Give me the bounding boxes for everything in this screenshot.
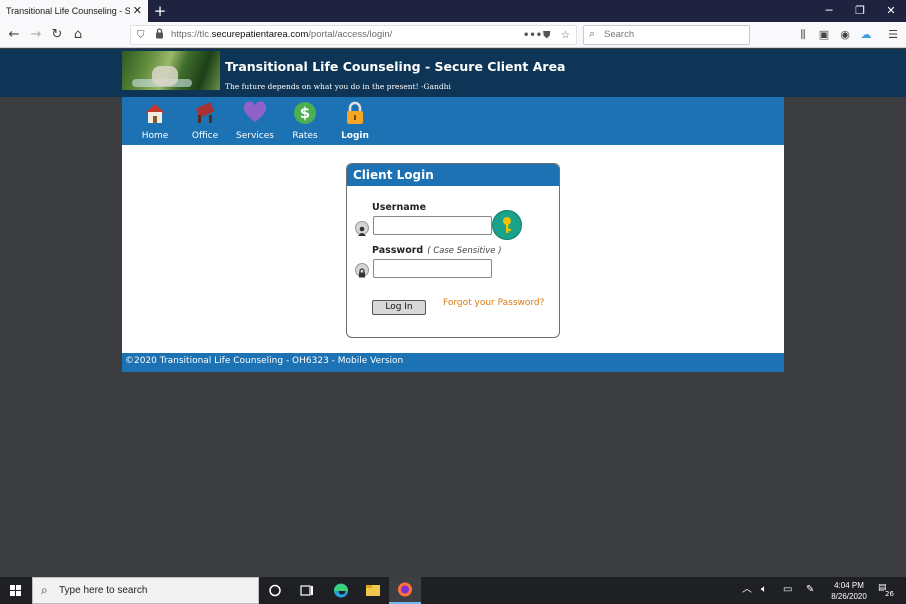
header-banner-image — [122, 51, 220, 90]
user-icon — [355, 221, 369, 236]
close-window-icon[interactable]: ✕ — [881, 3, 901, 19]
taskbar-search-placeholder: Type here to search — [59, 585, 148, 596]
forward-icon[interactable]: → — [27, 26, 45, 44]
taskbar: ⌕ Type here to search ︿ 🔈︎ ▭ ✎ 4:04 PM 8… — [0, 577, 906, 604]
task-view-icon[interactable] — [291, 577, 323, 604]
menu-label-rates: Rates — [292, 131, 318, 141]
windows-start-icon[interactable] — [0, 577, 32, 604]
menu-label-home: Home — [141, 131, 169, 141]
password-lock-icon — [355, 263, 369, 278]
library-icon[interactable]: ⫼ — [795, 27, 811, 43]
browser-tab[interactable]: Transitional Life Counseling - Secur ✕ — [0, 0, 148, 22]
svg-text:$: $ — [300, 104, 310, 122]
file-explorer-icon[interactable] — [357, 577, 389, 604]
reload-icon[interactable]: ↻ — [48, 26, 66, 44]
browser-tab-bar: Transitional Life Counseling - Secur ✕ +… — [0, 0, 906, 22]
system-clock[interactable]: 4:04 PM 8/26/2020 — [826, 580, 872, 602]
padlock-icon[interactable] — [155, 28, 164, 45]
heart-icon — [243, 101, 267, 122]
firefox-icon[interactable] — [389, 577, 421, 604]
account-icon[interactable]: ◉ — [837, 27, 853, 43]
back-icon[interactable]: ← — [5, 26, 23, 44]
site-tagline: The future depends on what you do in the… — [225, 82, 451, 91]
site-title: Transitional Life Counseling - Secure Cl… — [225, 59, 566, 74]
url-domain: securepatientarea.com — [211, 29, 309, 40]
login-panel: Client Login Username Password( Case Sen… — [346, 163, 560, 338]
main-content: Client Login Username Password( Case Sen… — [122, 145, 784, 353]
address-bar[interactable]: ⛉ https://tlc.securepatientarea.com/port… — [130, 25, 577, 45]
edge-icon[interactable] — [325, 577, 357, 604]
search-bar[interactable]: ⌕ Search — [583, 25, 750, 45]
menu-item-office[interactable]: Office — [180, 97, 230, 145]
battery-icon[interactable]: ▭ — [783, 583, 792, 597]
home-icon — [145, 104, 165, 123]
password-label-text: Password — [372, 245, 424, 256]
url-prefix: https://tlc. — [171, 29, 212, 40]
sidebar-icon[interactable]: ▣ — [816, 27, 832, 43]
menu-hamburger-icon[interactable]: ☰ — [885, 27, 901, 43]
search-placeholder: Search — [604, 29, 635, 40]
new-tab-icon[interactable]: + — [151, 2, 169, 20]
lock-icon — [347, 101, 363, 124]
login-heading: Client Login — [347, 164, 559, 186]
notification-count: 26 — [884, 590, 895, 598]
url-path: /portal/access/login/ — [308, 29, 393, 40]
sync-cloud-icon[interactable]: ☁ — [858, 27, 874, 43]
menu-item-home[interactable]: Home — [130, 97, 180, 145]
key-icon — [492, 210, 522, 240]
menu-label-services: Services — [236, 131, 274, 141]
banner-rock — [152, 66, 178, 86]
tab-title: Transitional Life Counseling - Secur — [6, 6, 130, 16]
menu-item-rates[interactable]: $ Rates — [280, 97, 330, 145]
taskbar-search-icon: ⌕ — [41, 583, 48, 597]
browser-nav-bar: ← → ↻ ⌂ ⛉ https://tlc.securepatientarea.… — [0, 22, 906, 48]
password-input[interactable] — [373, 259, 492, 278]
web-page: Transitional Life Counseling - Secure Cl… — [0, 49, 906, 577]
pen-icon[interactable]: ✎ — [806, 583, 814, 597]
show-hidden-icons-icon[interactable]: ︿ — [742, 583, 752, 597]
office-icon — [196, 102, 214, 123]
menu-item-services[interactable]: Services — [230, 97, 280, 145]
close-tab-icon[interactable]: ✕ — [133, 3, 142, 19]
username-input[interactable] — [373, 216, 492, 235]
password-hint: ( Case Sensitive ) — [427, 246, 502, 256]
menu-item-login[interactable]: Login — [330, 97, 380, 145]
menu-label-office: Office — [191, 131, 219, 141]
password-label: Password( Case Sensitive ) — [372, 245, 502, 256]
taskbar-search-box[interactable]: ⌕ Type here to search — [32, 577, 259, 604]
forgot-password-link[interactable]: Forgot your Password? — [443, 298, 544, 308]
main-menu: Home Office Services $ Rates Login — [122, 97, 784, 145]
shield-icon[interactable]: ⛉ — [137, 28, 145, 44]
volume-icon[interactable]: 🔈︎ — [761, 583, 767, 597]
cortana-icon[interactable] — [259, 577, 291, 604]
menu-label-login: Login — [341, 131, 369, 141]
search-icon: ⌕ — [589, 27, 596, 40]
login-button[interactable]: Log In — [372, 300, 426, 315]
username-label: Username — [372, 202, 427, 213]
footer-text: ©2020 Transitional Life Counseling - OH6… — [125, 356, 404, 366]
site-footer: ©2020 Transitional Life Counseling - OH6… — [122, 353, 784, 372]
site-header: Transitional Life Counseling - Secure Cl… — [0, 49, 906, 97]
home-browser-icon[interactable]: ⌂ — [69, 26, 87, 44]
restore-icon[interactable]: ❐ — [850, 3, 870, 19]
clock-date: 8/26/2020 — [831, 592, 867, 601]
dollar-icon: $ — [294, 102, 316, 124]
minimize-icon[interactable]: ─ — [819, 3, 839, 19]
bookmark-star-icon[interactable]: ☆ — [561, 28, 570, 44]
pocket-icon[interactable]: ⛊ — [543, 28, 551, 44]
clock-time: 4:04 PM — [834, 581, 864, 590]
page-actions-icon[interactable]: ••• — [523, 28, 542, 44]
url-text: https://tlc.securepatientarea.com/portal… — [171, 29, 392, 40]
